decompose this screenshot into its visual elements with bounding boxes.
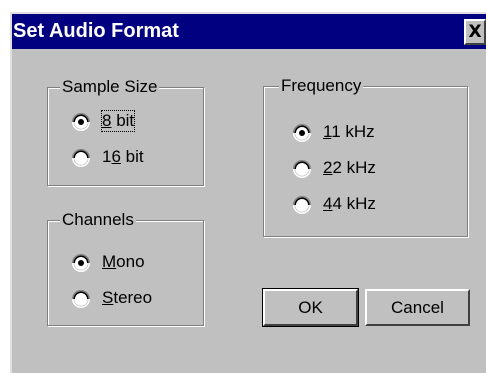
radio-mono-label: Mono [102, 252, 145, 271]
cancel-button-label: Cancel [391, 298, 444, 317]
radio-button-selected[interactable] [72, 113, 90, 131]
radio-button[interactable] [72, 149, 90, 167]
channels-group: Channels Mono Stereo [47, 209, 204, 326]
set-audio-format-dialog: Set Audio Format X Sample Size 8 bit 16 … [10, 12, 486, 373]
radio-8-bit-label: 8 bit [101, 110, 136, 132]
dialog-title: Set Audio Format [13, 20, 179, 42]
radio-button[interactable] [293, 160, 311, 178]
radio-stereo-label: Stereo [102, 288, 153, 307]
radio-button-selected[interactable] [293, 124, 311, 142]
title-bar[interactable]: Set Audio Format X [12, 14, 486, 49]
ok-button[interactable]: OK [262, 288, 359, 327]
radio-11-khz-label: 11 kHz [323, 122, 375, 141]
close-icon: X [468, 22, 482, 42]
frequency-group-label: Frequency [279, 75, 364, 97]
radio-44-khz-label: 44 kHz [323, 194, 376, 213]
radio-16-bit-label: 16 bit [102, 147, 144, 166]
sample-size-group-label: Sample Size [60, 76, 160, 98]
ok-button-label: OK [298, 298, 323, 317]
close-button[interactable]: X [464, 19, 486, 45]
cancel-button[interactable]: Cancel [365, 289, 470, 326]
sample-size-group: Sample Size 8 bit 16 bit [47, 76, 204, 186]
radio-button[interactable] [293, 196, 311, 214]
channels-group-label: Channels [60, 209, 136, 231]
radio-22-khz-label: 22 kHz [323, 158, 376, 177]
radio-button-selected[interactable] [72, 254, 90, 272]
radio-button[interactable] [72, 290, 90, 308]
frequency-group: Frequency 11 kHz 22 kHz 44 kHz [263, 75, 468, 237]
